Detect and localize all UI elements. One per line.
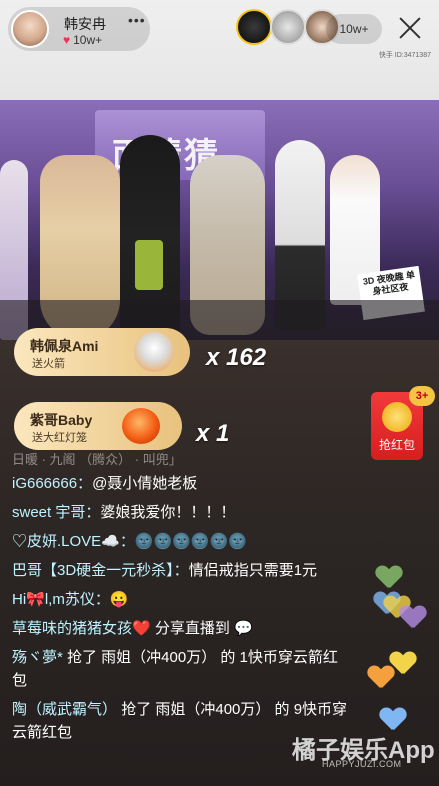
host-name: 韩安冉 [64, 16, 106, 32]
heart-icon: ♥ [63, 33, 71, 47]
gift-count: x 1 [196, 420, 230, 447]
close-icon[interactable] [398, 16, 422, 40]
comment-list: 日暖 · 九阁 （腾众） · 叫兜」 iG666666：@聂小倩她老板 swee… [12, 452, 352, 750]
comment-text: @聂小倩她老板 [92, 475, 198, 492]
gift-desc: 送火箭 [32, 358, 65, 370]
comment-text: 婆娘我爱你！！！！ [100, 504, 236, 521]
comment-user[interactable]: sweet 宇哥： [12, 504, 100, 521]
like-heart-icon [380, 708, 404, 730]
comment-text: 😛 [109, 591, 129, 608]
like-heart-icon [400, 606, 424, 628]
coin-icon [382, 402, 412, 432]
comment-user[interactable]: 殇ヾ夢* [12, 649, 63, 666]
comment: 殇ヾ夢* 抢了 雨姐（冲400万） 的 1快币穿云箭红包 [12, 646, 352, 692]
live-video: 面猜猜 3D 夜晚趣 单身社区夜 [0, 100, 439, 340]
comment-text: 🌚🌚🌚🌚🌚🌚 [134, 533, 247, 550]
host-avatar[interactable] [11, 10, 49, 48]
more-icon[interactable]: ••• [128, 12, 146, 28]
gift-desc: 送大红灯笼 [32, 432, 87, 444]
gift-sender: 韩佩泉Ami [30, 338, 99, 354]
comment: ♡皮妍.LOVE☁️：🌚🌚🌚🌚🌚🌚 [12, 530, 352, 553]
comment-user[interactable]: iG666666： [12, 475, 92, 492]
comment: 日暖 · 九阁 （腾众） · 叫兜」 [12, 452, 352, 468]
gift-sender: 紫哥Baby [30, 412, 93, 428]
red-packet-badge: 3+ [409, 386, 435, 406]
gift-banner: 紫哥Baby 送大红灯笼 [14, 402, 182, 450]
gift-banner: 韩佩泉Ami 送火箭 [14, 328, 190, 376]
red-packet-label: 抢红包 [378, 438, 415, 452]
host-likes: ♥ 10w+ [63, 33, 102, 47]
comment: sweet 宇哥：婆娘我爱你！！！！ [12, 501, 352, 524]
room-id: 快手 ID:3471387 [378, 52, 431, 59]
host-info[interactable]: 韩安冉 ••• ♥ 10w+ [8, 7, 150, 51]
comment: 巴哥【3D硬金一元秒杀】：情侣戒指只需要1元 [12, 559, 352, 582]
comment: iG666666：@聂小倩她老板 [12, 472, 352, 495]
comment-text: 日暖 · 九阁 （腾众） · 叫兜」 [12, 452, 182, 467]
performer-detail [135, 240, 163, 290]
comment-user[interactable]: 草莓味的猪猪女孩❤️ [12, 620, 151, 637]
comment: 草莓味的猪猪女孩❤️ 分享直播到 💬 [12, 617, 352, 640]
comment-text: 分享直播到 💬 [154, 620, 253, 637]
comment-user[interactable]: 陶（威武霸气） [12, 701, 117, 718]
viewer-avatar[interactable] [236, 9, 272, 45]
like-heart-icon [376, 566, 400, 588]
comment-text: 情侣戒指只需要1元 [188, 562, 318, 579]
header: 韩安冉 ••• ♥ 10w+ 10w+ 快手 ID:3471387 [0, 0, 439, 100]
lantern-icon [122, 408, 160, 444]
like-heart-icon [368, 666, 392, 688]
gift-count: x 162 [206, 344, 267, 371]
comment-user[interactable]: ♡皮妍.LOVE☁️： [12, 533, 135, 550]
viewer-count[interactable]: 10w+ [326, 14, 382, 44]
comment: Hi🎀l,m苏仪：😛 [12, 588, 352, 611]
comment-user[interactable]: 巴哥【3D硬金一元秒杀】： [12, 562, 189, 579]
watermark-sub: HAPPYJUZI.COM [322, 759, 402, 769]
likes-count: 10w+ [73, 33, 103, 47]
viewer-avatar[interactable] [270, 9, 306, 45]
comment-user[interactable]: Hi🎀l,m苏仪： [12, 591, 110, 608]
rocket-icon [134, 332, 174, 372]
